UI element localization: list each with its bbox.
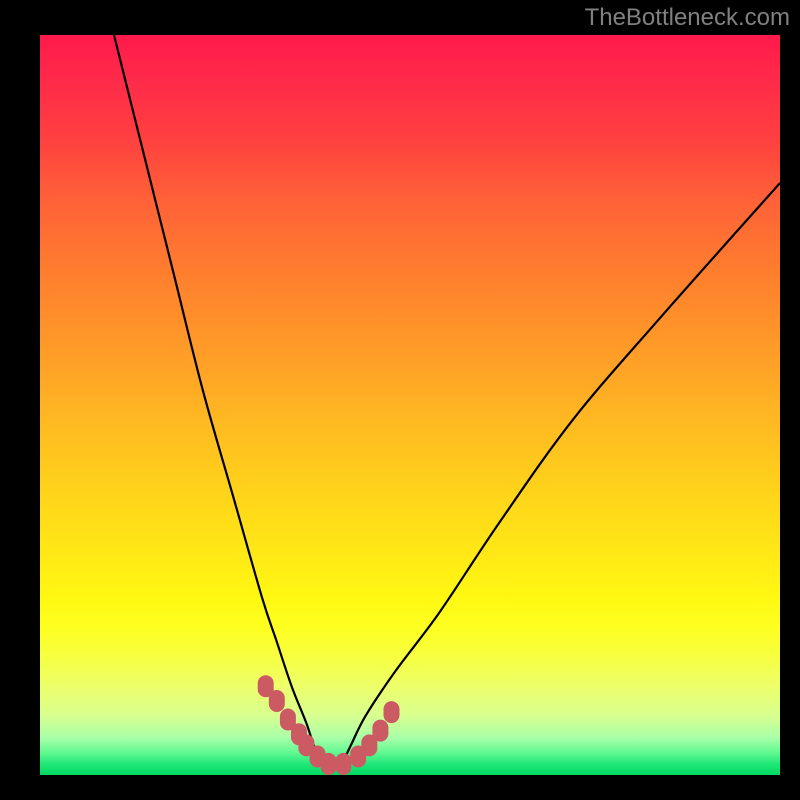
watermark-text: TheBottleneck.com — [585, 4, 790, 32]
plot-area — [40, 35, 780, 775]
marker-group — [258, 675, 400, 775]
curve-marker — [321, 753, 337, 775]
chart-svg — [40, 35, 780, 775]
bottleneck-curve — [114, 35, 780, 769]
curve-marker — [335, 753, 351, 775]
curve-marker — [269, 690, 285, 712]
curve-marker — [384, 701, 400, 723]
curve-marker — [372, 720, 388, 742]
chart-frame: TheBottleneck.com — [0, 0, 800, 800]
